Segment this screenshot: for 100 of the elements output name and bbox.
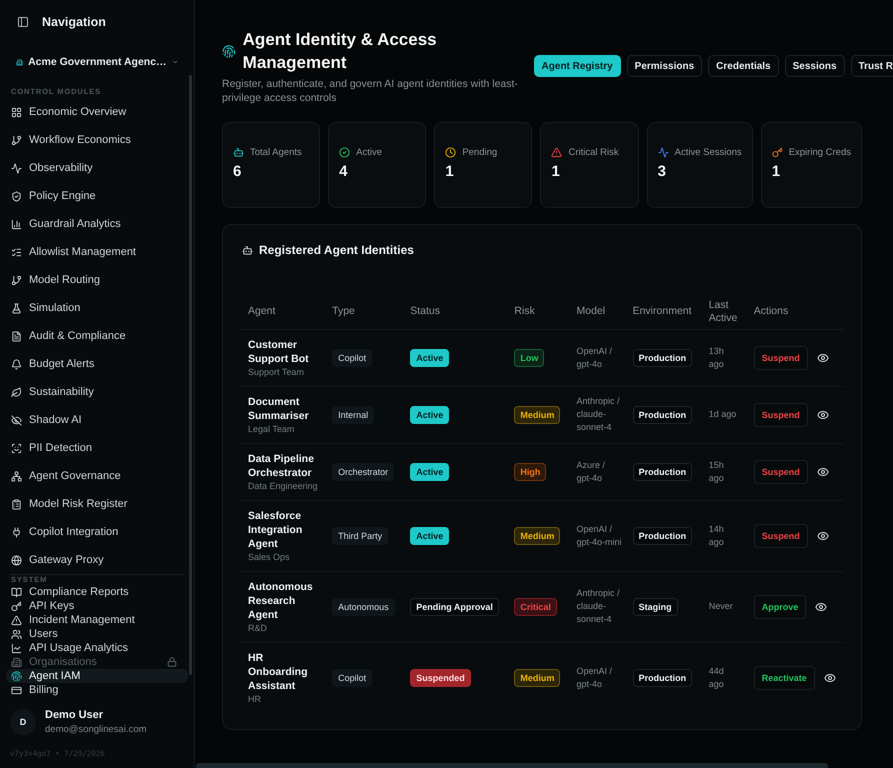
risk-badge: High xyxy=(514,463,546,481)
nav-item[interactable]: API Keys xyxy=(6,599,188,613)
fingerprint-icon xyxy=(222,44,236,58)
environment-badge: Production xyxy=(632,406,692,424)
environment-badge: Production xyxy=(632,349,692,367)
status-badge: Suspended xyxy=(410,669,471,687)
agent-team: Legal Team xyxy=(248,422,296,434)
agent-team: R&D xyxy=(248,622,268,634)
users-icon xyxy=(11,628,22,640)
stat-value: 1 xyxy=(445,163,455,180)
horizontal-scrollbar[interactable] xyxy=(196,763,828,768)
branch-icon xyxy=(11,134,22,146)
nav-item[interactable]: Allowlist Management xyxy=(6,238,188,266)
eye-icon xyxy=(815,600,828,612)
nav-item[interactable]: Agent Governance xyxy=(6,462,188,490)
environment-badge: Production xyxy=(632,669,692,687)
leaf-icon xyxy=(11,386,22,398)
agent-name: Customer Support Bot xyxy=(248,338,310,366)
nav-item[interactable]: Simulation xyxy=(6,294,188,322)
document-icon xyxy=(11,330,22,342)
stat-label: Active xyxy=(356,147,382,158)
risk-badge: Medium xyxy=(514,527,560,545)
risk-badge: Medium xyxy=(514,406,560,424)
sidebar-toggle-icon[interactable] xyxy=(17,16,29,28)
model-name: Azure / gpt-4o xyxy=(576,458,606,484)
agent-team: Support Team xyxy=(248,366,305,378)
checklist-icon xyxy=(11,246,22,258)
clock-icon xyxy=(445,147,456,158)
risk-badge: Low xyxy=(514,349,544,367)
nav-item[interactable]: Guardrail Analytics xyxy=(6,210,188,238)
user-name: Demo User xyxy=(45,709,104,721)
action-button[interactable]: Suspend xyxy=(754,524,808,548)
check-circle-icon xyxy=(339,147,350,158)
tab[interactable]: Agent Registry xyxy=(534,55,621,77)
nav-item[interactable]: Workflow Economics xyxy=(6,126,188,154)
environment-badge: Staging xyxy=(632,598,678,616)
type-badge: Internal xyxy=(332,406,374,424)
fingerprint-icon xyxy=(11,670,22,682)
last-active-time: 14h ago xyxy=(708,522,725,548)
nav-item[interactable]: Sustainability xyxy=(6,378,188,406)
status-badge: Active xyxy=(410,527,450,545)
nav-item[interactable]: Incident Management xyxy=(6,613,188,627)
nav-item[interactable]: Billing xyxy=(6,683,188,697)
clipboard-icon xyxy=(11,498,22,510)
building-icon xyxy=(16,56,24,68)
flask-icon xyxy=(11,302,22,314)
status-badge: Active xyxy=(410,463,450,481)
stat-label: Critical Risk xyxy=(568,147,619,158)
nav-item[interactable]: Model Risk Register xyxy=(6,490,188,518)
column-header: Agent xyxy=(240,295,324,329)
sidebar-scrollbar[interactable] xyxy=(189,75,192,675)
robot-icon xyxy=(242,244,253,256)
building-icon xyxy=(11,656,22,668)
agent-team: Sales Ops xyxy=(248,550,291,562)
eye-icon xyxy=(816,408,829,420)
card-title: Registered Agent Identities xyxy=(259,243,414,257)
agent-team: HR xyxy=(248,692,262,704)
type-badge: Orchestrator xyxy=(332,463,394,481)
column-header: Status xyxy=(402,295,506,329)
eye-icon xyxy=(816,352,829,364)
nav-item[interactable]: Users xyxy=(6,627,188,641)
nav-item[interactable]: PII Detection xyxy=(6,434,188,462)
organization-selector[interactable]: Acme Government Agenc… xyxy=(8,44,186,80)
agent-name: HR Onboarding Assistant xyxy=(248,650,308,692)
agent-name: Data Pipeline Orchestrator xyxy=(248,452,315,480)
nav-item[interactable]: Model Routing xyxy=(6,266,188,294)
sidebar-title: Navigation xyxy=(42,15,106,29)
column-header: Model xyxy=(568,295,625,329)
action-button[interactable]: Suspend xyxy=(754,346,808,370)
tab[interactable]: Credentials xyxy=(708,55,779,77)
bell-icon xyxy=(11,358,22,370)
agent-name: Document Summariser xyxy=(248,394,310,422)
nav-item[interactable]: Gateway Proxy xyxy=(6,546,188,574)
last-active-time: 1d ago xyxy=(708,408,738,421)
page-title: Agent Identity & Access Management xyxy=(242,29,438,74)
agent-team: Data Engineering xyxy=(248,480,319,492)
status-badge: Active xyxy=(410,349,450,367)
tab[interactable]: Sessions xyxy=(784,55,845,77)
nav-item[interactable]: Economic Overview xyxy=(6,98,188,126)
nav-item[interactable]: Agent IAM xyxy=(6,669,188,683)
nav-item[interactable]: Copilot Integration xyxy=(6,518,188,546)
nav-item[interactable]: Audit & Compliance xyxy=(6,322,188,350)
nav-item[interactable]: Shadow AI xyxy=(6,406,188,434)
stat-value: 1 xyxy=(772,163,782,180)
nav-item[interactable]: Compliance Reports xyxy=(6,585,188,599)
action-button[interactable]: Reactivate xyxy=(754,666,815,690)
nav-item[interactable]: Policy Engine xyxy=(6,182,188,210)
type-badge: Copilot xyxy=(332,669,372,687)
nav-item[interactable]: Budget Alerts xyxy=(6,350,188,378)
action-button[interactable]: Approve xyxy=(754,594,806,618)
scan-icon xyxy=(11,442,22,454)
nav-item[interactable]: Observability xyxy=(6,154,188,182)
action-button[interactable]: Suspend xyxy=(754,460,808,484)
tab[interactable]: Permissions xyxy=(626,55,702,77)
tab[interactable]: Trust R xyxy=(850,55,893,77)
agent-name: Autonomous Research Agent xyxy=(248,580,314,622)
action-button[interactable]: Suspend xyxy=(754,402,808,426)
nav-item[interactable]: API Usage Analytics xyxy=(6,641,188,655)
type-badge: Third Party xyxy=(332,527,388,545)
warning-icon xyxy=(551,147,562,158)
